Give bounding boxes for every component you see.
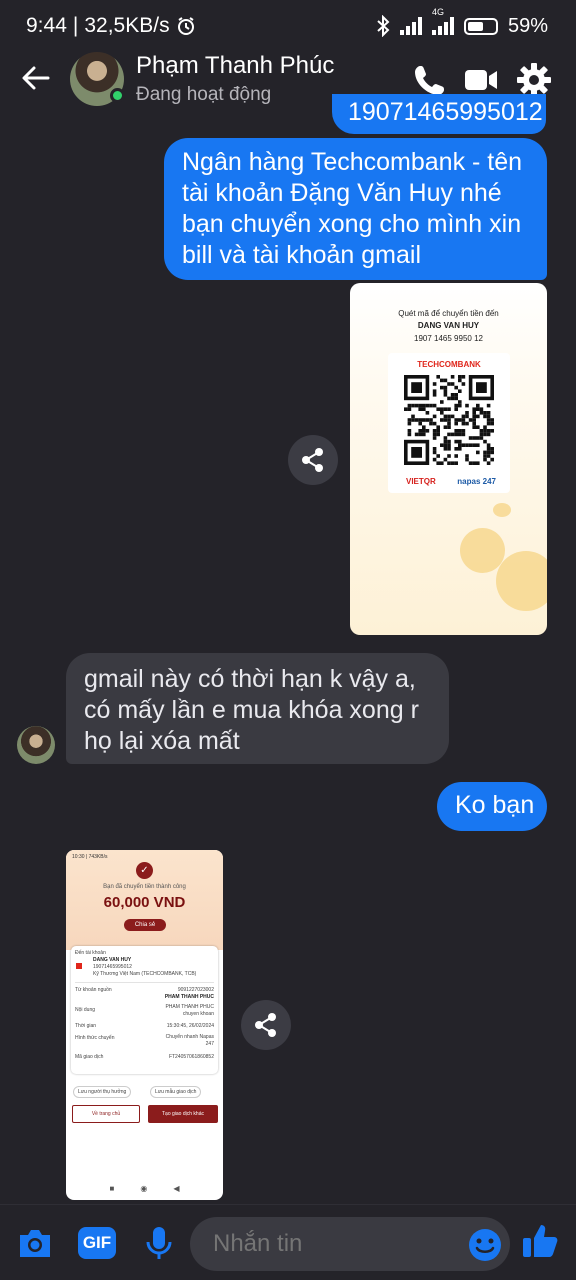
status-bar: 9:44 | 32,5KB/s 4G 59%	[0, 0, 576, 52]
signal-icon	[399, 17, 422, 35]
message-line: Ngân hàng Techcombank - tên	[182, 148, 523, 176]
cut-off-message-bubble[interactable]: 19071465995012	[332, 94, 546, 134]
receipt-time-label: Thời gian	[75, 1023, 97, 1029]
contact-avatar-small[interactable]	[17, 726, 55, 764]
receipt-code-label: Mã giao dịch	[75, 1054, 104, 1060]
emoji-icon[interactable]	[467, 1227, 503, 1263]
battery-percent: 59%	[507, 14, 548, 37]
receipt-image-message[interactable]: 10:30 | 743KB/s ✓ Bạn đã chuyển tiền thà…	[66, 850, 223, 1200]
camera-icon[interactable]	[16, 1224, 54, 1262]
signal-icon-2	[431, 17, 454, 35]
microphone-icon[interactable]	[140, 1224, 178, 1262]
contact-status: Đang hoạt động	[136, 84, 272, 105]
qr-caption: Quét mã để chuyển tiền đến	[398, 309, 499, 318]
message-line: gmail này có thời hạn k vậy a,	[84, 665, 416, 693]
gmail-question-message[interactable]: gmail này có thời hạn k vậy a, có mấy lầ…	[66, 653, 449, 764]
message-text: Ko bạn	[455, 791, 535, 819]
online-indicator	[110, 88, 125, 103]
coin-decoration	[460, 528, 505, 573]
qr-image-message[interactable]: Quét mã để chuyển tiền đến DANG VAN HUY …	[350, 283, 547, 635]
status-net-speed: 32,5KB/s	[84, 14, 170, 37]
receipt-time-value: 15:30:45, 26/02/2024	[166, 1023, 214, 1029]
bluetooth-icon	[377, 15, 390, 37]
share-button[interactable]	[288, 435, 338, 485]
receipt-nav-bar: ■ ◉ ◀	[66, 1184, 223, 1193]
receipt-to-account: 19071465995012	[93, 964, 132, 970]
share-icon	[302, 448, 323, 472]
receipt-share-button: Chia sẻ	[124, 919, 166, 931]
receipt-info-card: Đến tài khoản DANG VAN HUY 1907146599501…	[71, 946, 218, 1074]
receipt-home-button: Về trang chủ	[72, 1105, 140, 1123]
video-camera-icon[interactable]	[463, 62, 499, 98]
save-template-link: Lưu mẫu giao dịch	[150, 1086, 202, 1098]
qr-code	[404, 375, 494, 465]
receipt-method-label: Hình thức chuyển	[75, 1035, 115, 1041]
share-button[interactable]	[241, 1000, 291, 1050]
receipt-from-account: 9091227023002	[177, 987, 214, 993]
status-time: 9:44	[26, 14, 67, 37]
techcombank-mini-logo	[76, 963, 82, 969]
vietqr-logo: VIETQR	[406, 477, 436, 486]
recents-icon: ■	[109, 1184, 115, 1193]
divider	[75, 982, 214, 983]
message-line: bạn chuyển xong cho mình xin	[182, 210, 522, 238]
network-type: 4G	[431, 7, 444, 17]
back-arrow-icon[interactable]	[18, 60, 54, 96]
coin-decoration	[496, 551, 547, 611]
bank-info-message[interactable]: Ngân hàng Techcombank - tên tài khoản Đặ…	[164, 138, 547, 280]
thumbs-up-icon[interactable]	[520, 1221, 560, 1261]
message-line: có mấy lần e mua khóa xong r	[84, 696, 419, 724]
qr-recipient-name: DANG VAN HUY	[417, 321, 480, 330]
receipt-from-label: Từ khoản nguồn	[75, 987, 112, 993]
message-input[interactable]	[190, 1217, 510, 1271]
share-icon	[255, 1013, 276, 1037]
messenger-chat-screen: 9:44 | 32,5KB/s 4G 59% Phạm Thanh Phúc Đ…	[0, 0, 576, 1280]
cut-off-message-text: 19071465995012	[348, 98, 543, 126]
receipt-success-text: Bạn đã chuyển tiền thành công	[103, 884, 186, 890]
receipt-from-name: PHAM THANH PHUC	[164, 994, 214, 1000]
receipt-method-value-2: 247	[205, 1041, 214, 1047]
phone-icon[interactable]	[411, 62, 447, 98]
message-line: bill và tài khoản gmail	[182, 241, 422, 269]
back-icon: ◀	[173, 1184, 180, 1193]
battery-icon	[463, 17, 498, 35]
receipt-content-1: PHAM THANH PHUC	[165, 1004, 214, 1010]
success-check-icon: ✓	[136, 862, 153, 879]
contact-name[interactable]: Phạm Thanh Phúc	[136, 52, 334, 80]
home-icon: ◉	[140, 1184, 148, 1193]
receipt-new-transaction-button: Tạo giao dịch khác	[148, 1105, 218, 1123]
reply-message[interactable]: Ko bạn	[437, 782, 547, 831]
receipt-content-2: chuyen khoan	[182, 1011, 214, 1017]
receipt-content-label: Nội dung	[75, 1007, 96, 1013]
message-composer: GIF	[0, 1204, 576, 1280]
save-recipient-link: Lưu người thụ hưởng	[73, 1086, 132, 1098]
receipt-to-label: Đến tài khoản	[75, 950, 106, 956]
gear-icon[interactable]	[516, 62, 552, 98]
message-line: họ lại xóa mất	[84, 727, 240, 755]
receipt-code-value: FT24057061860852	[168, 1054, 214, 1060]
qr-panel: TECHCOMBANK VIETQR napas 247	[388, 353, 510, 493]
battery-level-fill	[467, 21, 483, 31]
receipt-method-value-1: Chuyển nhanh Napas	[165, 1034, 214, 1040]
alarm-icon	[177, 17, 194, 35]
receipt-amount: 60,000 VND	[103, 894, 186, 911]
napas-logo: napas 247	[457, 477, 496, 486]
receipt-to-bank: Kỹ Thương Việt Nam (TECHCOMBANK, TCB)	[93, 971, 197, 977]
techcombank-logo: TECHCOMBANK	[417, 360, 481, 369]
receipt-status-time: 10:30 | 743KB/s	[72, 854, 108, 860]
status-separator: |	[72, 14, 79, 37]
qr-account-number: 1907 1465 9950 12	[414, 334, 483, 343]
gif-icon[interactable]: GIF	[78, 1227, 116, 1259]
receipt-to-name: DANG VAN HUY	[93, 957, 132, 963]
mobile-data-indicator: 4G	[431, 7, 454, 35]
message-line: tài khoản Đặng Văn Huy nhé	[182, 179, 502, 207]
coin-decoration	[493, 503, 511, 517]
